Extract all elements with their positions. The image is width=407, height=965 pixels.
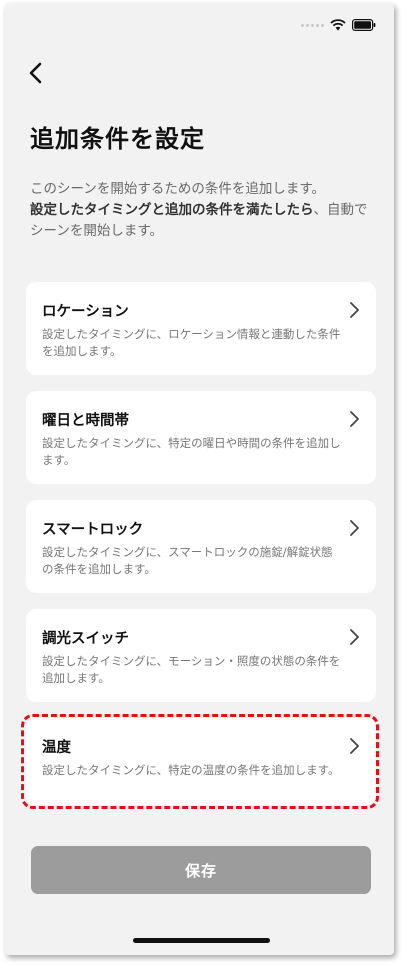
description-bold: 設定したタイミングと追加の条件を満たしたら: [30, 202, 314, 218]
card-description: 設定したタイミングに、モーション・照度の状態の条件を追加します。: [42, 654, 341, 685]
condition-card-location[interactable]: ロケーション 設定したタイミングに、ロケーション情報と連動した条件を追加します。: [26, 282, 376, 375]
battery-icon: [352, 19, 376, 31]
card-title: 曜日と時間帯: [42, 413, 129, 429]
condition-card-weekday-time[interactable]: 曜日と時間帯 設定したタイミングに、特定の曜日や時間の条件を追加します。: [26, 391, 376, 484]
signal-dots-icon: [301, 23, 324, 27]
card-title: ロケーション: [42, 304, 129, 320]
card-description: 設定したタイミングに、スマートロックの施錠/解錠状態の条件を追加します。: [42, 545, 333, 576]
card-description: 設定したタイミングに、特定の曜日や時間の条件を追加します。: [42, 436, 341, 467]
status-bar: [301, 19, 376, 31]
chevron-right-icon: [350, 411, 359, 427]
wifi-icon: [330, 19, 346, 31]
save-button[interactable]: 保存: [31, 846, 371, 894]
back-button[interactable]: [23, 59, 51, 87]
chevron-right-icon: [350, 629, 359, 645]
description-line1: このシーンを開始するための条件を追加します。: [30, 181, 325, 197]
card-description: 設定したタイミングに、ロケーション情報と連動した条件を追加します。: [42, 327, 341, 358]
page-description: このシーンを開始するための条件を追加します。 設定したタイミングと追加の条件を満…: [30, 179, 375, 242]
highlight-box: [21, 714, 379, 809]
card-title: 調光スイッチ: [42, 631, 129, 647]
condition-card-dimmer-switch[interactable]: 調光スイッチ 設定したタイミングに、モーション・照度の状態の条件を追加します。: [26, 609, 376, 702]
chevron-left-icon: [29, 62, 42, 84]
page-title: 追加条件を設定: [30, 125, 205, 153]
app-screen: 追加条件を設定 このシーンを開始するための条件を追加します。 設定したタイミング…: [5, 3, 394, 955]
chevron-right-icon: [350, 520, 359, 536]
home-indicator: [133, 938, 270, 943]
condition-card-smart-lock[interactable]: スマートロック 設定したタイミングに、スマートロックの施錠/解錠状態の条件を追加…: [26, 500, 376, 593]
chevron-right-icon: [350, 302, 359, 318]
card-title: スマートロック: [42, 522, 144, 538]
